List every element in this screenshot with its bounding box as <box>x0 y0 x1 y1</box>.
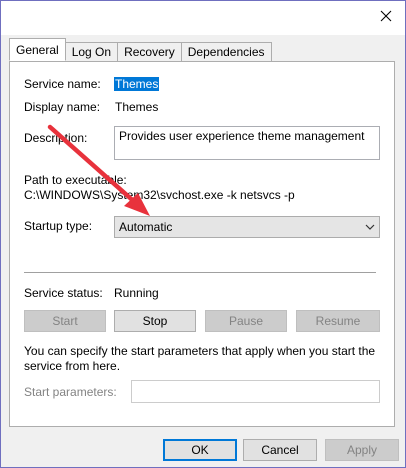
service-name-text: Themes <box>114 77 160 91</box>
description-box[interactable]: Provides user experience theme managemen… <box>114 126 380 160</box>
close-button[interactable] <box>371 3 401 29</box>
service-name-value[interactable]: Themes <box>114 77 160 91</box>
close-icon <box>380 10 392 22</box>
resume-button[interactable]: Resume <box>296 310 380 332</box>
display-name-value: Themes <box>115 100 159 114</box>
start-params-input[interactable] <box>131 380 380 403</box>
title-bar <box>1 1 405 35</box>
service-status-value: Running <box>114 286 159 300</box>
section-divider <box>24 272 376 273</box>
description-scrollbar[interactable] <box>365 127 379 159</box>
description-label: Description: <box>24 131 88 145</box>
chevron-down-icon <box>365 224 375 230</box>
service-name-label: Service name: <box>24 77 101 91</box>
service-properties-window: General Log On Recovery Dependencies Ser… <box>0 0 406 468</box>
path-label: Path to executable: <box>24 173 127 187</box>
startup-type-value: Automatic <box>119 220 173 234</box>
service-status-label: Service status: <box>24 286 103 300</box>
stop-button[interactable]: Stop <box>114 310 196 332</box>
apply-button[interactable]: Apply <box>325 439 399 461</box>
description-text: Provides user experience theme managemen… <box>119 129 368 143</box>
tab-recovery[interactable]: Recovery <box>117 42 182 61</box>
tab-strip: General Log On Recovery Dependencies <box>9 38 272 61</box>
display-name-label: Display name: <box>24 100 101 114</box>
tab-general[interactable]: General <box>9 38 66 61</box>
tab-log-on[interactable]: Log On <box>64 42 119 61</box>
path-value: C:\WINDOWS\System32\svchost.exe -k netsv… <box>24 188 295 202</box>
start-button[interactable]: Start <box>24 310 106 332</box>
start-params-label: Start parameters: <box>24 385 117 399</box>
startup-type-label: Startup type: <box>24 219 93 233</box>
ok-button[interactable]: OK <box>163 439 237 461</box>
start-params-info: You can specify the start parameters tha… <box>24 344 376 373</box>
startup-type-dropdown[interactable]: Automatic <box>114 216 380 238</box>
pause-button[interactable]: Pause <box>205 310 287 332</box>
cancel-button[interactable]: Cancel <box>243 439 317 461</box>
general-tab-panel: Service name: Themes Display name: Theme… <box>9 61 395 427</box>
tab-dependencies[interactable]: Dependencies <box>180 42 272 61</box>
